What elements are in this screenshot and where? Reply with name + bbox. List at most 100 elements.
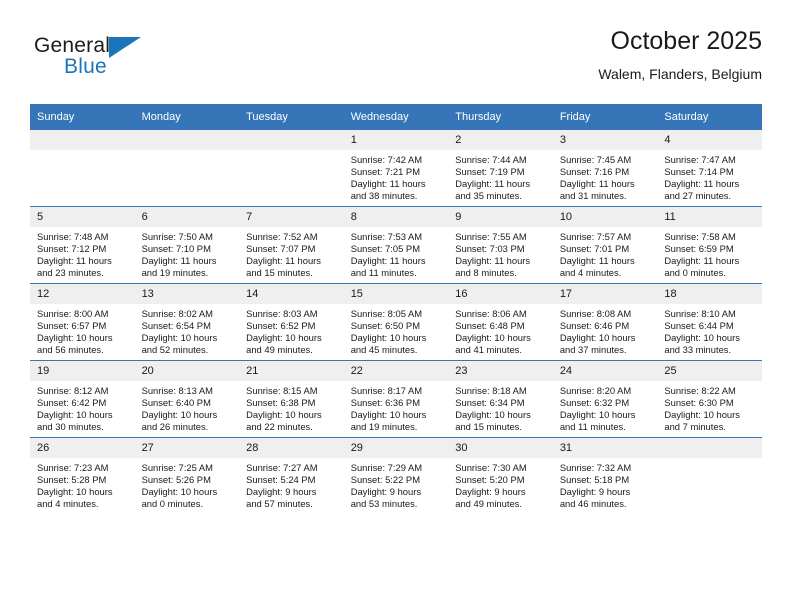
day-sun-info: Sunrise: 7:48 AM Sunset: 7:12 PM Daylight:… (30, 227, 135, 279)
calendar-day-cell[interactable]: 27 Sunrise: 7:25 AM Sunset: 5:26 PM Dayligh… (134, 437, 240, 514)
day-sun-info: Sunrise: 8:18 AM Sunset: 6:34 PM Daylight:… (448, 381, 553, 433)
calendar-day-cell[interactable]: 22 Sunrise: 8:17 AM Sunset: 6:36 PM Dayligh… (343, 360, 449, 438)
calendar-day-cell[interactable]: 15 Sunrise: 8:05 AM Sunset: 6:50 PM Dayligh… (343, 283, 449, 361)
sunset-text: Sunset: 7:10 PM (141, 243, 211, 255)
daylight-text-line1: Daylight: 10 hours (37, 409, 113, 421)
day-number: 17 (552, 284, 658, 304)
calendar-page: General Blue October 2025 Walem, Flander… (0, 0, 792, 612)
weekday-header-sunday: Sunday (30, 104, 135, 130)
calendar-day-cell[interactable]: 7 Sunrise: 7:52 AM Sunset: 7:07 PM Daylight… (239, 206, 344, 284)
daylight-text-line2: and 38 minutes. (350, 190, 418, 202)
sunrise-text: Sunrise: 7:58 AM (664, 231, 736, 242)
calendar-week-row: 1 Sunrise: 7:42 AM Sunset: 7:21 PM Daylight… (30, 130, 762, 207)
calendar-day-cell[interactable]: 17 Sunrise: 8:08 AM Sunset: 6:46 PM Dayligh… (552, 283, 658, 361)
daylight-text-line1: Daylight: 11 hours (455, 178, 531, 190)
calendar-day-cell[interactable]: 18 Sunrise: 8:10 AM Sunset: 6:44 PM Dayligh… (657, 283, 762, 361)
day-number: 6 (134, 207, 240, 227)
day-sun-info: Sunrise: 8:06 AM Sunset: 6:48 PM Daylight:… (448, 304, 553, 356)
calendar-day-cell[interactable]: 29 Sunrise: 7:29 AM Sunset: 5:22 PM Dayligh… (343, 437, 449, 514)
day-number: 28 (239, 438, 344, 458)
logo-text-blue: Blue (64, 55, 107, 78)
sunset-text: Sunset: 6:38 PM (246, 397, 316, 409)
daylight-text-line1: Daylight: 9 hours (350, 486, 422, 498)
calendar-table: Sunday Monday Tuesday Wednesday Thursday… (30, 104, 762, 514)
day-sun-info: Sunrise: 7:23 AM Sunset: 5:28 PM Daylight:… (30, 458, 135, 510)
weekday-header-monday: Monday (134, 104, 240, 130)
sunset-text: Sunset: 6:34 PM (455, 397, 525, 409)
daylight-text-line1: Daylight: 11 hours (350, 255, 426, 267)
sunrise-text: Sunrise: 8:20 AM (559, 385, 632, 396)
page-title: October 2025 (610, 27, 763, 55)
day-sun-info: Sunrise: 8:00 AM Sunset: 6:57 PM Daylight:… (30, 304, 135, 356)
calendar-day-cell[interactable]: 16 Sunrise: 8:06 AM Sunset: 6:48 PM Dayligh… (448, 283, 553, 361)
calendar-day-cell[interactable]: 13 Sunrise: 8:02 AM Sunset: 6:54 PM Dayligh… (134, 283, 240, 361)
sunset-text: Sunset: 6:30 PM (664, 397, 734, 409)
day-number: 19 (30, 361, 135, 381)
day-number: 7 (239, 207, 344, 227)
calendar-day-cell[interactable]: 30 Sunrise: 7:30 AM Sunset: 5:20 PM Dayligh… (448, 437, 553, 514)
calendar-day-cell[interactable]: 9 Sunrise: 7:55 AM Sunset: 7:03 PM Daylight… (448, 206, 553, 284)
day-number: 4 (657, 130, 762, 150)
day-sun-info: Sunrise: 7:30 AM Sunset: 5:20 PM Daylight:… (448, 458, 553, 510)
day-sun-info: Sunrise: 8:20 AM Sunset: 6:32 PM Daylight:… (553, 381, 658, 433)
calendar-day-cell[interactable]: 5 Sunrise: 7:48 AM Sunset: 7:12 PM Daylight… (30, 206, 135, 284)
day-number: 14 (239, 284, 344, 304)
calendar-day-cell[interactable]: 25 Sunrise: 8:22 AM Sunset: 6:30 PM Dayligh… (657, 360, 762, 438)
calendar-day-cell[interactable]: 3 Sunrise: 7:45 AM Sunset: 7:16 PM Daylight… (552, 130, 658, 207)
calendar-day-cell[interactable]: 28 Sunrise: 7:27 AM Sunset: 5:24 PM Dayligh… (239, 437, 344, 514)
daylight-text-line2: and 4 minutes. (37, 498, 99, 510)
day-number: 12 (30, 284, 135, 304)
daylight-text-line1: Daylight: 11 hours (559, 255, 635, 267)
daylight-text-line2: and 23 minutes. (37, 267, 104, 279)
sunrise-text: Sunrise: 7:48 AM (37, 231, 109, 242)
daylight-text-line1: Daylight: 11 hours (141, 255, 217, 267)
daylight-text-line1: Daylight: 10 hours (559, 409, 636, 421)
daylight-text-line1: Daylight: 10 hours (141, 409, 218, 421)
calendar-day-cell[interactable]: 19 Sunrise: 8:12 AM Sunset: 6:42 PM Dayligh… (30, 360, 135, 438)
calendar-day-cell-empty (239, 130, 344, 207)
daylight-text-line2: and 49 minutes. (455, 498, 522, 510)
daylight-text-line2: and 37 minutes. (559, 344, 627, 356)
calendar-day-cell[interactable]: 11 Sunrise: 7:58 AM Sunset: 6:59 PM Dayligh… (657, 206, 762, 284)
calendar-day-cell[interactable]: 8 Sunrise: 7:53 AM Sunset: 7:05 PM Daylight… (343, 206, 449, 284)
calendar-day-cell[interactable]: 24 Sunrise: 8:20 AM Sunset: 6:32 PM Dayligh… (552, 360, 658, 438)
day-number: 1 (343, 130, 449, 150)
calendar-day-cell[interactable]: 20 Sunrise: 8:13 AM Sunset: 6:40 PM Dayligh… (134, 360, 240, 438)
sunset-text: Sunset: 6:40 PM (141, 397, 211, 409)
daylight-text-line1: Daylight: 11 hours (37, 255, 112, 267)
calendar-week-row: 26 Sunrise: 7:23 AM Sunset: 5:28 PM Dayligh… (30, 437, 762, 514)
calendar-day-cell[interactable]: 12 Sunrise: 8:00 AM Sunset: 6:57 PM Dayligh… (30, 283, 135, 361)
daylight-text-line2: and 11 minutes. (350, 267, 417, 279)
calendar-day-cell[interactable]: 31 Sunrise: 7:32 AM Sunset: 5:18 PM Dayligh… (552, 437, 658, 514)
sunset-text: Sunset: 6:44 PM (664, 320, 734, 332)
calendar-day-cell[interactable]: 23 Sunrise: 8:18 AM Sunset: 6:34 PM Dayligh… (448, 360, 553, 438)
sunset-text: Sunset: 7:01 PM (559, 243, 630, 255)
calendar-day-cell[interactable]: 21 Sunrise: 8:15 AM Sunset: 6:38 PM Dayligh… (239, 360, 344, 438)
calendar-day-cell[interactable]: 14 Sunrise: 8:03 AM Sunset: 6:52 PM Dayligh… (239, 283, 344, 361)
day-number: 18 (657, 284, 762, 304)
daylight-text-line1: Daylight: 10 hours (141, 332, 218, 344)
day-number: 23 (448, 361, 553, 381)
day-sun-info: Sunrise: 7:57 AM Sunset: 7:01 PM Daylight:… (553, 227, 658, 279)
sunset-text: Sunset: 7:12 PM (37, 243, 107, 255)
calendar-day-cell[interactable]: 2 Sunrise: 7:44 AM Sunset: 7:19 PM Daylight… (448, 130, 553, 207)
calendar-day-cell[interactable]: 10 Sunrise: 7:57 AM Sunset: 7:01 PM Dayligh… (552, 206, 658, 284)
sunset-text: Sunset: 6:50 PM (350, 320, 420, 332)
generalblue-logo[interactable]: General Blue (34, 34, 274, 90)
calendar-day-cell[interactable]: 26 Sunrise: 7:23 AM Sunset: 5:28 PM Dayligh… (30, 437, 135, 514)
daylight-text-line2: and 57 minutes. (246, 498, 313, 510)
daylight-text-line2: and 11 minutes. (559, 421, 626, 433)
calendar-day-cell[interactable]: 6 Sunrise: 7:50 AM Sunset: 7:10 PM Daylight… (134, 206, 240, 284)
daylight-text-line2: and 0 minutes. (141, 498, 204, 510)
daylight-text-line2: and 46 minutes. (559, 498, 627, 510)
day-sun-info: Sunrise: 7:52 AM Sunset: 7:07 PM Daylight:… (239, 227, 344, 279)
day-sun-info: Sunrise: 8:13 AM Sunset: 6:40 PM Daylight:… (135, 381, 240, 433)
sunset-text: Sunset: 5:20 PM (455, 474, 525, 486)
daylight-text-line2: and 4 minutes. (559, 267, 622, 279)
sunset-text: Sunset: 6:36 PM (350, 397, 420, 409)
day-number: 20 (134, 361, 240, 381)
calendar-day-cell[interactable]: 4 Sunrise: 7:47 AM Sunset: 7:14 PM Daylight… (657, 130, 762, 207)
calendar-day-cell[interactable]: 1 Sunrise: 7:42 AM Sunset: 7:21 PM Daylight… (343, 130, 449, 207)
weekday-header-tuesday: Tuesday (239, 104, 344, 130)
day-number: 9 (448, 207, 553, 227)
